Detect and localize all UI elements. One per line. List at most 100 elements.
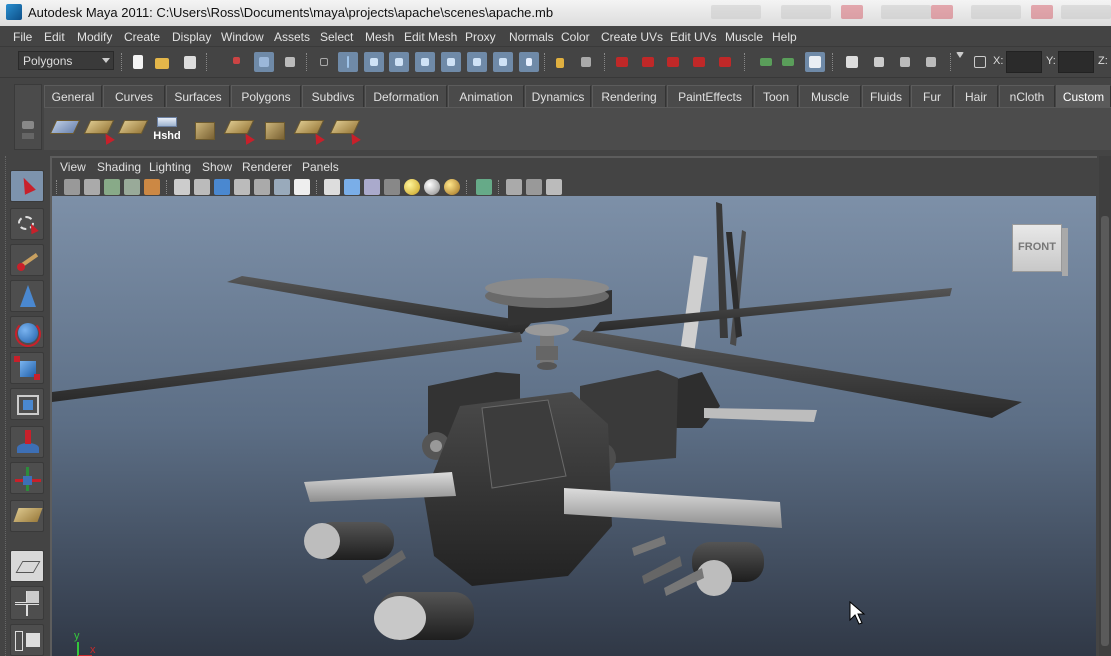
toolbox-handle[interactable] (2, 156, 6, 656)
menu-edit-uvs[interactable]: Edit UVs (670, 30, 717, 44)
magnet-point-icon[interactable] (663, 52, 683, 72)
tab-painteffects[interactable]: PaintEffects (667, 85, 753, 107)
shelf-tool-5-icon[interactable] (190, 114, 220, 144)
menu-create-uvs[interactable]: Create UVs (601, 30, 663, 44)
snap-curve-icon[interactable] (364, 52, 384, 72)
tab-curves[interactable]: Curves (103, 85, 165, 107)
2d-pan-zoom-icon[interactable] (124, 179, 140, 195)
vertical-scrollbar[interactable] (1099, 156, 1111, 656)
select-by-object-icon[interactable] (254, 52, 274, 72)
default-lighting-icon[interactable] (404, 179, 420, 195)
menu-mesh[interactable]: Mesh (365, 30, 394, 44)
wireframe-icon[interactable] (324, 179, 340, 195)
magnet-live-icon[interactable] (715, 52, 735, 72)
tab-custom[interactable]: Custom (1056, 85, 1111, 107)
perspective-viewport[interactable]: FRONT y x (52, 196, 1096, 656)
magnet-history-icon[interactable] (612, 52, 632, 72)
panel-menu-shading[interactable]: Shading (97, 160, 141, 174)
shelf-options[interactable] (14, 84, 42, 150)
snap-grid-icon[interactable] (338, 52, 358, 72)
grid-toggle-icon[interactable] (174, 179, 190, 195)
select-by-hierarchy-icon[interactable] (228, 52, 248, 72)
new-scene-icon[interactable] (128, 52, 148, 72)
camera-attributes-icon[interactable] (64, 179, 80, 195)
tab-surfaces[interactable]: Surfaces (166, 85, 230, 107)
render-view-icon[interactable] (756, 52, 776, 72)
camera-bookmark-icon[interactable] (84, 179, 100, 195)
textured-icon[interactable] (384, 179, 400, 195)
shelf-menu-icon[interactable] (22, 121, 34, 129)
tab-hair[interactable]: Hair (954, 85, 998, 107)
menu-select[interactable]: Select (320, 30, 353, 44)
shelf-tool-7-icon[interactable] (260, 114, 290, 144)
menu-muscle[interactable]: Muscle (725, 30, 763, 44)
single-perspective-layout-icon[interactable] (10, 550, 44, 582)
hypershade-icon[interactable] (895, 52, 915, 72)
xray-joints-icon[interactable] (526, 179, 542, 195)
field-chart-icon[interactable] (254, 179, 270, 195)
outliner-icon[interactable] (921, 52, 941, 72)
menu-window[interactable]: Window (221, 30, 264, 44)
shelf-tool-3-icon[interactable] (117, 114, 149, 144)
tab-animation[interactable]: Animation (448, 85, 524, 107)
panel-menu-renderer[interactable]: Renderer (242, 160, 292, 174)
lasso-tool-icon[interactable] (10, 208, 44, 240)
tab-fur[interactable]: Fur (911, 85, 953, 107)
menu-help[interactable]: Help (772, 30, 797, 44)
shelf-tool-8-icon[interactable] (293, 114, 325, 145)
safe-title-icon[interactable] (294, 179, 310, 195)
render-current-icon[interactable] (778, 52, 798, 72)
snap-point-icon[interactable] (389, 52, 409, 72)
menu-create[interactable]: Create (124, 30, 160, 44)
xray-components-icon[interactable] (546, 179, 562, 195)
tab-dynamics[interactable]: Dynamics (525, 85, 591, 107)
panel-menu-show[interactable]: Show (202, 160, 232, 174)
tab-muscle[interactable]: Muscle (799, 85, 861, 107)
xray-icon[interactable] (506, 179, 522, 195)
shadows-icon[interactable] (444, 179, 460, 195)
select-tool-icon[interactable] (10, 170, 44, 202)
snap-view-plane-icon[interactable] (415, 52, 435, 72)
paint-select-tool-icon[interactable] (10, 244, 44, 276)
gate-mask-icon[interactable] (234, 179, 250, 195)
menu-edit-mesh[interactable]: Edit Mesh (404, 30, 457, 44)
snap-spinner-icon[interactable] (493, 52, 513, 72)
isolate-select-icon[interactable] (476, 179, 492, 195)
four-view-layout-icon[interactable] (10, 586, 44, 620)
y-input[interactable] (1058, 51, 1094, 73)
panel-menu-view[interactable]: View (60, 160, 86, 174)
selection-mask-icon[interactable] (314, 52, 334, 72)
menu-display[interactable]: Display (172, 30, 211, 44)
grease-pencil-icon[interactable] (144, 179, 160, 195)
view-cube-front-face[interactable]: FRONT (1012, 224, 1062, 272)
film-gate-icon[interactable] (194, 179, 210, 195)
menu-file[interactable]: File (13, 30, 32, 44)
magnet-plane-icon[interactable] (689, 52, 709, 72)
menu-color[interactable]: Color (561, 30, 590, 44)
view-cube[interactable]: FRONT (1012, 224, 1068, 278)
shelf-tool-6-icon[interactable] (223, 114, 255, 145)
absolute-transform-icon[interactable] (970, 52, 990, 72)
move-tool-icon[interactable] (10, 280, 44, 312)
open-scene-icon[interactable] (152, 52, 172, 72)
smooth-shade-icon[interactable] (344, 179, 360, 195)
soft-modification-tool-icon[interactable] (10, 426, 44, 458)
show-manipulator-icon[interactable] (10, 462, 44, 494)
shelf-tool-9-icon[interactable] (329, 114, 361, 145)
render-settings-icon[interactable] (842, 52, 862, 72)
image-plane-icon[interactable] (104, 179, 120, 195)
menu-normals[interactable]: Normals (509, 30, 554, 44)
tab-subdivs[interactable]: Subdivs (302, 85, 364, 107)
scale-tool-icon[interactable] (10, 352, 44, 384)
menu-assets[interactable]: Assets (274, 30, 310, 44)
menu-set-dropdown[interactable]: Polygons (18, 51, 114, 70)
resolution-gate-icon[interactable] (214, 179, 230, 195)
select-lock-icon[interactable] (576, 52, 596, 72)
panel-menu-panels[interactable]: Panels (302, 160, 339, 174)
clapper-icon[interactable] (869, 52, 889, 72)
menu-proxy[interactable]: Proxy (465, 30, 496, 44)
outliner-layout-icon[interactable] (10, 624, 44, 656)
rotate-tool-icon[interactable] (10, 316, 44, 348)
x-input[interactable] (1006, 51, 1042, 73)
tab-ncloth[interactable]: nCloth (999, 85, 1055, 107)
